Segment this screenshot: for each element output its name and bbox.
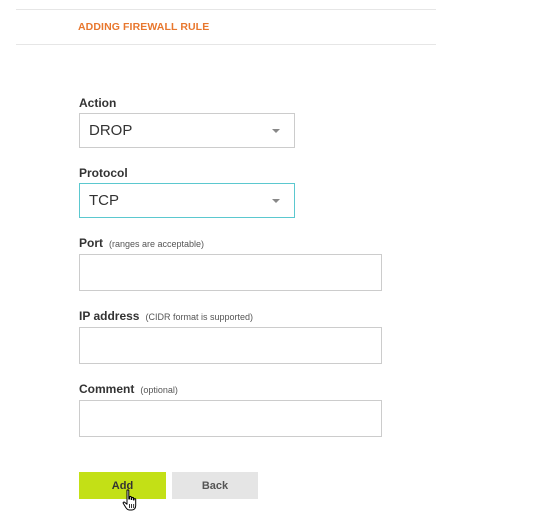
header-bottom-divider xyxy=(16,44,436,45)
action-label-text: Action xyxy=(79,96,117,110)
ip-address-label-text: IP address xyxy=(79,309,140,323)
comment-hint: (optional) xyxy=(140,385,178,395)
ip-address-input[interactable] xyxy=(79,327,382,364)
port-label: Port (ranges are acceptable) xyxy=(79,236,204,250)
port-hint: (ranges are acceptable) xyxy=(109,239,205,249)
comment-label-text: Comment xyxy=(79,382,135,396)
chevron-down-icon xyxy=(272,129,280,133)
action-label: Action xyxy=(79,96,116,110)
port-input[interactable] xyxy=(79,254,382,291)
protocol-select[interactable]: TCP xyxy=(79,183,295,218)
comment-input[interactable] xyxy=(79,400,382,437)
header-top-divider xyxy=(16,9,436,10)
back-button[interactable]: Back xyxy=(172,472,258,499)
ip-address-label: IP address (CIDR format is supported) xyxy=(79,309,253,323)
ip-address-hint: (CIDR format is supported) xyxy=(145,312,254,322)
page-title: ADDING FIREWALL RULE xyxy=(78,21,210,33)
protocol-label: Protocol xyxy=(79,166,128,180)
protocol-select-value: TCP xyxy=(89,192,119,209)
comment-label: Comment (optional) xyxy=(79,382,178,396)
chevron-down-icon xyxy=(272,199,280,203)
protocol-label-text: Protocol xyxy=(79,166,128,180)
port-label-text: Port xyxy=(79,236,103,250)
hand-pointer-icon xyxy=(122,489,137,511)
action-select-value: DROP xyxy=(89,122,133,139)
action-select[interactable]: DROP xyxy=(79,113,295,148)
